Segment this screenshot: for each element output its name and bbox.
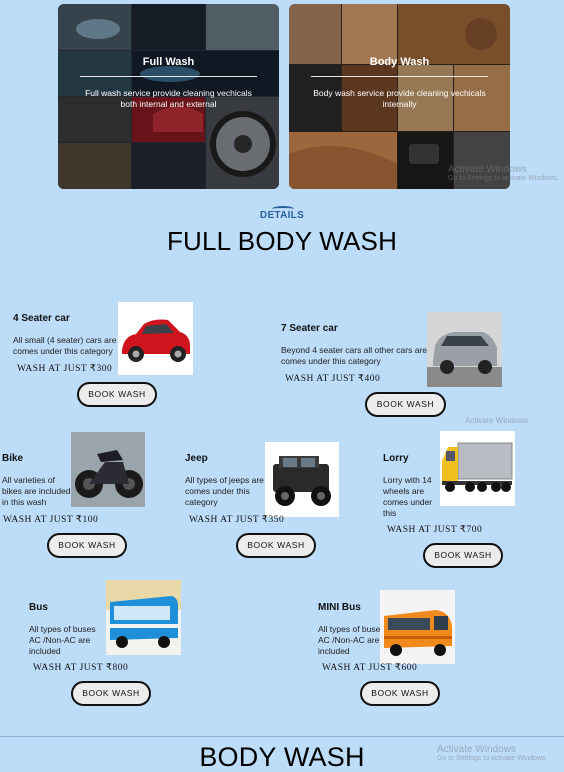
section-title: FULL BODY WASH [166,226,398,256]
full-wash-banner[interactable]: Full Wash Full wash service provide clea… [58,4,279,189]
watermark-title: Activate Windows [437,744,516,755]
card-description: All small (4 seater) cars are comes unde… [13,335,117,356]
card-price: WASH AT JUST ₹100 [3,515,99,525]
book-wash-button[interactable]: BOOK WASH [360,681,440,706]
watermark-title: Activate Windows [448,164,527,175]
card-description: All types of buses AC /Non-AC are includ… [29,624,96,656]
section-divider [0,736,564,737]
card-title: 7 Seater car [281,323,338,334]
yellow-lorry-icon [440,431,515,506]
activate-windows-watermark: Activate Windows Go to Settings to activ… [437,744,548,762]
body-wash-banner[interactable]: Body Wash Body wash service provide clea… [289,4,510,189]
body-wash-title: Body Wash [369,56,430,68]
silver-mpv-car-icon [427,312,502,387]
card-title: Lorry [383,453,409,464]
body-wash-divider [311,76,488,77]
card-description: Beyond 4 seater cars all other cars are … [281,345,427,366]
card-title: Bike [2,453,24,464]
full-wash-divider [80,76,257,77]
watermark-title: Activate Windows [465,416,529,425]
book-wash-button[interactable]: BOOK WASH [77,382,157,407]
motorcycle-icon [71,432,145,507]
card-price: WASH AT JUST ₹600 [322,663,418,673]
blue-bus-icon [106,580,181,655]
card-description: Lorry with 14 wheels are comes under thi… [383,475,433,518]
card-price: WASH AT JUST ₹300 [17,364,113,374]
red-hatchback-car-icon [118,302,193,375]
card-title: Jeep [185,453,208,464]
book-wash-button[interactable]: BOOK WASH [236,533,316,558]
card-description: All types of jeeps are comes under this … [185,475,264,507]
card-price: WASH AT JUST ₹800 [33,663,129,673]
activate-windows-watermark: Activate Windows Go to Settings to activ… [448,164,559,182]
watermark-subtitle: Go to Settings to activate Windows. [437,755,548,762]
book-wash-button[interactable]: BOOK WASH [47,533,127,558]
body-wash-description: Body wash service provide cleaning vechi… [313,88,486,109]
section-kicker: DETAILS [259,210,305,221]
card-description: All varieties of bikes are included in t… [2,475,71,507]
book-wash-button[interactable]: BOOK WASH [365,392,446,417]
activate-windows-watermark: Activate Windows [465,416,528,425]
watermark-subtitle: Go to Settings to activate Windows. [448,175,559,182]
card-price: WASH AT JUST ₹400 [285,374,381,384]
card-price: WASH AT JUST ₹350 [189,515,285,525]
book-wash-button[interactable]: BOOK WASH [423,543,503,568]
full-wash-description: Full wash service provide cleaning vechi… [85,88,252,109]
black-jeep-icon [265,442,339,517]
card-price: WASH AT JUST ₹700 [387,525,483,535]
card-title: MINI Bus [318,602,361,613]
orange-mini-bus-icon [380,590,455,664]
full-wash-title: Full Wash [142,56,195,68]
card-title: 4 Seater car [13,313,70,324]
card-title: Bus [29,602,48,613]
card-description: All types of buses AC /Non-AC are includ… [318,624,385,656]
book-wash-button[interactable]: BOOK WASH [71,681,151,706]
